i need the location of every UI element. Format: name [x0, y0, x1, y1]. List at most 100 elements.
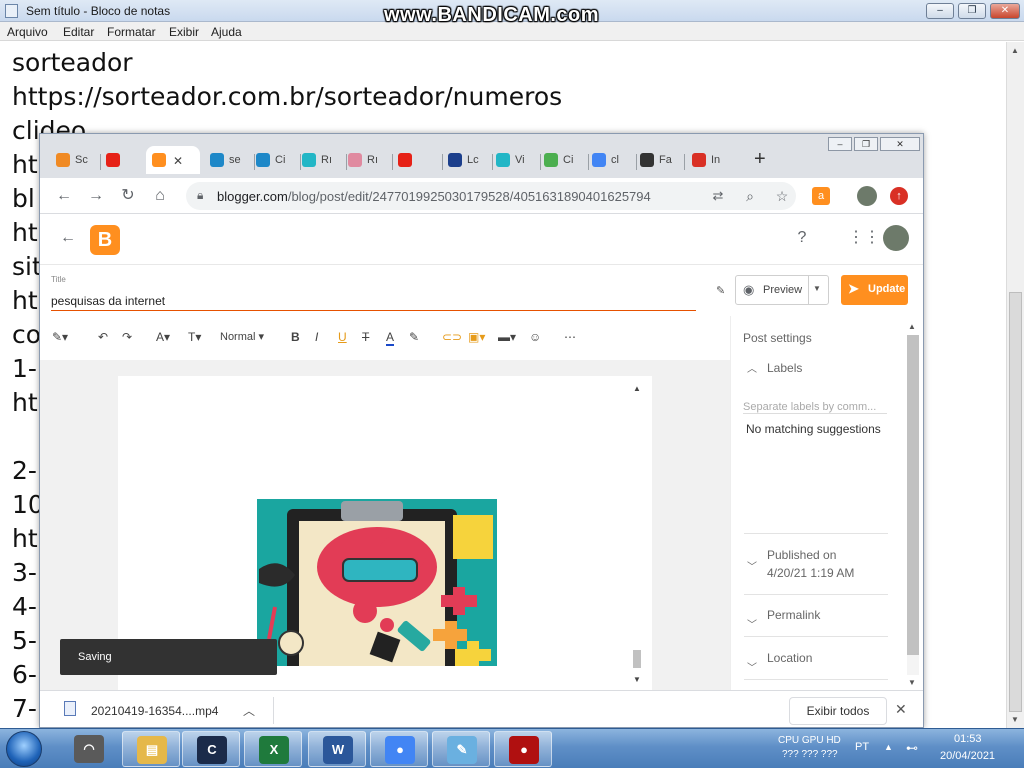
notepad-minimize-button[interactable]: ‒ — [926, 3, 954, 19]
editor-scrollbar[interactable]: ▲ ▼ — [631, 384, 643, 684]
highlight-icon[interactable]: ✎ — [409, 330, 419, 344]
italic-icon[interactable]: I — [315, 330, 318, 344]
labels-section-toggle[interactable]: Labels — [767, 361, 802, 375]
expand-published-icon[interactable]: ﹀ — [747, 558, 757, 573]
taskbar-app-word[interactable]: W — [308, 731, 366, 767]
link-icon[interactable]: ⊂⊃ — [442, 330, 462, 344]
chrome-close-button[interactable]: ✕ — [880, 137, 920, 151]
update-chrome-icon[interactable]: ↑ — [890, 187, 908, 205]
taskbar-app-bandicam[interactable]: ● — [494, 731, 552, 767]
compose-mode-icon[interactable]: ✎▾ — [52, 330, 68, 344]
update-button[interactable]: ➤ Update — [841, 275, 908, 305]
taskbar-app-vpn-app[interactable]: ◠ — [60, 731, 118, 767]
paragraph-style-select[interactable]: Normal ▾ — [220, 330, 264, 343]
profile-avatar[interactable] — [857, 186, 877, 206]
permalink-section-toggle[interactable]: Permalink — [767, 608, 820, 622]
preview-dropdown-icon[interactable]: ▼ — [813, 284, 821, 293]
browser-tab[interactable]: Sc — [56, 146, 96, 174]
bookmark-star-icon[interactable]: ☆ — [772, 186, 792, 206]
browser-tab[interactable]: In — [692, 146, 732, 174]
image-icon[interactable]: ▣▾ — [468, 330, 485, 344]
scroll-down-icon[interactable]: ▼ — [633, 675, 641, 684]
expand-permalink-icon[interactable]: ﹀ — [747, 616, 757, 631]
amazon-extension-icon[interactable]: a — [812, 187, 830, 205]
text-color-icon[interactable]: A — [386, 330, 395, 346]
address-url[interactable]: blogger.com/blog/post/edit/2477019925030… — [217, 189, 651, 204]
underline-icon[interactable]: U — [338, 330, 347, 344]
menu-exibir[interactable]: Exibir — [169, 25, 199, 39]
close-tab-icon[interactable]: ✕ — [173, 154, 183, 168]
lock-icon[interactable]: 🔒︎ — [197, 188, 203, 203]
back-icon[interactable]: ← — [54, 186, 74, 206]
published-date[interactable]: 4/20/21 1:19 AM — [767, 566, 854, 580]
blog-illustration-image[interactable] — [257, 499, 497, 666]
help-icon[interactable]: ? — [792, 228, 812, 248]
close-shelf-icon[interactable]: ✕ — [895, 701, 907, 718]
scroll-down-icon[interactable]: ▼ — [1011, 715, 1019, 724]
user-avatar[interactable] — [883, 225, 909, 251]
more-options-icon[interactable]: ⋯ — [564, 330, 576, 344]
collapse-labels-icon[interactable]: ︿ — [747, 360, 757, 375]
chrome-minimize-button[interactable]: ‒ — [828, 137, 852, 151]
network-icon[interactable]: ⊷ — [906, 741, 918, 755]
expand-location-icon[interactable]: ﹀ — [747, 659, 757, 674]
scroll-up-icon[interactable]: ▲ — [633, 384, 641, 393]
forward-icon[interactable]: → — [86, 186, 106, 206]
redo-icon[interactable]: ↷ — [122, 330, 132, 344]
browser-tab[interactable]: Ci — [544, 146, 584, 174]
taskbar-app-chrome[interactable]: ● — [370, 731, 428, 767]
published-on-label[interactable]: Published on — [767, 548, 836, 562]
browser-tab[interactable]: Ci — [256, 146, 296, 174]
menu-arquivo[interactable]: Arquivo — [7, 25, 48, 39]
show-all-downloads-button[interactable]: Exibir todos — [789, 697, 887, 725]
browser-tab[interactable]: Rı — [348, 146, 388, 174]
zoom-icon[interactable]: ⌕ — [740, 186, 760, 206]
browser-tab[interactable]: se — [210, 146, 250, 174]
taskbar-app-explorer[interactable]: ▤ — [122, 731, 180, 767]
notepad-scrollbar[interactable]: ▲ ▼ — [1006, 42, 1024, 728]
taskbar-app-notepad[interactable]: ✎ — [432, 731, 490, 767]
show-hidden-icons-icon[interactable]: ▲ — [884, 742, 893, 752]
editor-scroll-thumb[interactable] — [633, 650, 641, 668]
scroll-up-icon[interactable]: ▲ — [1011, 46, 1019, 55]
browser-tab[interactable]: Vi — [496, 146, 536, 174]
taskbar-app-ccleaner[interactable]: C — [182, 731, 240, 767]
start-button[interactable] — [6, 731, 42, 767]
preview-button[interactable]: ◉ Preview ▼ — [735, 275, 829, 305]
back-arrow-icon[interactable]: ← — [58, 228, 78, 248]
chrome-restore-button[interactable]: ❐ — [854, 137, 878, 151]
language-indicator[interactable]: PT — [855, 741, 869, 753]
menu-formatar[interactable]: Formatar — [107, 25, 156, 39]
notepad-close-button[interactable]: ✕ — [990, 3, 1020, 19]
edit-pencil-icon[interactable]: ✎ — [716, 284, 725, 297]
post-title-input[interactable] — [51, 291, 696, 311]
chevron-up-icon[interactable]: ︿ — [243, 702, 255, 719]
labels-input[interactable]: Separate labels by comm... — [743, 401, 887, 414]
menu-editar[interactable]: Editar — [63, 25, 94, 39]
undo-icon[interactable]: ↶ — [98, 330, 108, 344]
clock-date[interactable]: 20/04/2021 — [940, 750, 995, 762]
clock-time[interactable]: 01:53 — [954, 733, 982, 745]
video-icon[interactable]: ▬▾ — [498, 330, 516, 344]
notepad-scroll-thumb[interactable] — [1009, 292, 1022, 712]
new-tab-button[interactable]: + — [754, 148, 766, 176]
apps-grid-icon[interactable]: ⋮⋮ — [848, 228, 880, 248]
browser-tab[interactable]: Lc — [448, 146, 488, 174]
reload-icon[interactable]: ↻ — [118, 186, 138, 206]
location-section-toggle[interactable]: Location — [767, 651, 812, 665]
notepad-restore-button[interactable]: ❐ — [958, 3, 986, 19]
download-item[interactable]: 20210419-16354....mp4 — [91, 704, 218, 718]
browser-tab[interactable]: cl — [592, 146, 632, 174]
browser-tab[interactable] — [106, 146, 146, 174]
settings-scrollbar[interactable]: ▲ ▼ — [904, 320, 921, 690]
blogger-logo[interactable]: B — [90, 225, 120, 255]
scroll-down-icon[interactable]: ▼ — [908, 678, 916, 687]
font-icon[interactable]: A▾ — [156, 330, 170, 344]
settings-scroll-thumb[interactable] — [907, 335, 919, 655]
scroll-up-icon[interactable]: ▲ — [908, 322, 916, 331]
browser-tab[interactable] — [398, 146, 438, 174]
emoji-icon[interactable]: ☺ — [529, 330, 541, 344]
home-icon[interactable]: ⌂ — [150, 186, 170, 206]
translate-icon[interactable]: ⇄ — [708, 186, 728, 206]
bold-icon[interactable]: B — [291, 330, 300, 344]
